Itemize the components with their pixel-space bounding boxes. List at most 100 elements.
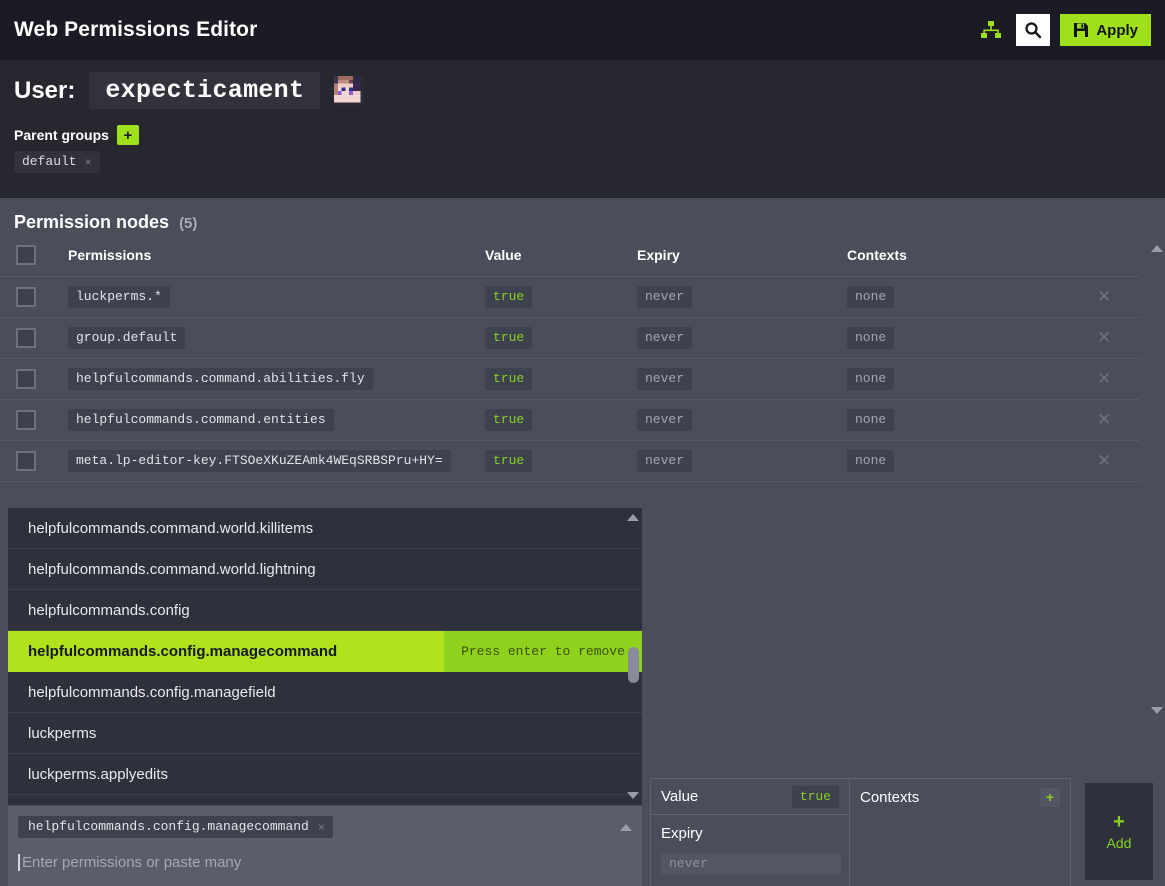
value-toggle[interactable]: true <box>791 785 839 808</box>
table-scrollbar[interactable] <box>1149 245 1165 732</box>
permission-value[interactable]: luckperms.* <box>68 286 170 308</box>
dropdown-item-hint: Press enter to remove <box>444 631 642 672</box>
table-row: helpfulcommands.command.abilities.fly tr… <box>0 358 1140 400</box>
permission-value[interactable]: helpfulcommands.command.entities <box>68 409 334 431</box>
sitemap-icon[interactable] <box>976 15 1006 45</box>
expiry-input[interactable] <box>661 853 841 875</box>
value-field[interactable]: true <box>485 368 533 390</box>
dropdown-scroll-down-icon[interactable] <box>627 792 639 799</box>
row-checkbox[interactable] <box>16 410 36 430</box>
expiry-field[interactable]: never <box>637 409 693 431</box>
dropdown-item-label: luckperms.applyedits <box>28 765 169 783</box>
value-field[interactable]: true <box>485 327 533 349</box>
permission-nodes-table: Permissions Value Expiry Contexts luckpe… <box>0 245 1140 482</box>
search-input[interactable] <box>18 854 578 871</box>
add-node-button[interactable]: + Add <box>1085 782 1153 880</box>
dropdown-item-label: luckperms <box>28 724 97 742</box>
list-item[interactable]: helpfulcommands.command.world.lightning <box>8 549 642 590</box>
permission-autocomplete-dropdown[interactable]: helpfulcommands.command.world.killitems … <box>8 508 642 805</box>
contexts-panel: Contexts + <box>850 778 1071 886</box>
permission-value[interactable]: meta.lp-editor-key.FTSOeXKuZEAmk4WEqSRBS… <box>68 450 451 472</box>
expiry-panel-header: Expiry <box>651 815 849 851</box>
expiry-label: Expiry <box>661 824 703 842</box>
list-item[interactable]: helpfulcommands.config <box>8 590 642 631</box>
close-icon[interactable]: × <box>85 155 92 169</box>
table-row-divider <box>0 481 1140 482</box>
delete-row-icon[interactable]: ✕ <box>1097 451 1111 470</box>
list-item[interactable]: helpfulcommands.command.world.killitems <box>8 508 642 549</box>
close-icon[interactable]: × <box>318 820 325 834</box>
select-all-cell <box>0 245 68 277</box>
table-header-row: Permissions Value Expiry Contexts <box>0 245 1140 277</box>
expiry-field[interactable]: never <box>637 368 693 390</box>
permission-chip[interactable]: helpfulcommands.config.managecommand × <box>18 816 333 838</box>
column-header-permissions: Permissions <box>68 247 152 263</box>
user-row: User: expecticament <box>14 72 1151 109</box>
expiry-field[interactable]: never <box>637 450 693 472</box>
select-all-checkbox[interactable] <box>16 245 36 265</box>
scroll-down-icon[interactable] <box>1151 707 1163 714</box>
column-header-value: Value <box>485 247 522 263</box>
dropdown-scroll-thumb[interactable] <box>628 647 639 683</box>
add-panel: + Add <box>1071 778 1165 886</box>
dropdown-item-label: helpfulcommands.config <box>28 601 190 619</box>
value-field[interactable]: true <box>485 286 533 308</box>
contexts-field[interactable]: none <box>847 327 895 349</box>
row-checkbox[interactable] <box>16 287 36 307</box>
parent-groups-row: Parent groups + <box>14 125 1151 145</box>
permission-input-area[interactable]: helpfulcommands.config.managecommand × <box>8 806 642 886</box>
parent-group-name: default <box>22 154 77 169</box>
row-checkbox[interactable] <box>16 369 36 389</box>
add-context-button[interactable]: + <box>1040 787 1060 807</box>
delete-row-icon[interactable]: ✕ <box>1097 328 1111 347</box>
dropdown-scroll-up-icon[interactable] <box>627 514 639 521</box>
permission-value[interactable]: helpfulcommands.command.abilities.fly <box>68 368 373 390</box>
value-field[interactable]: true <box>485 450 533 472</box>
node-count-badge: (5) <box>179 215 198 232</box>
table-row: helpfulcommands.command.entities true ne… <box>0 399 1140 441</box>
section-title: Permission nodes <box>14 212 170 232</box>
list-item[interactable]: luckperms <box>8 713 642 754</box>
apply-button[interactable]: Apply <box>1060 14 1151 46</box>
expiry-field[interactable]: never <box>637 327 693 349</box>
value-field[interactable]: true <box>485 409 533 431</box>
dropdown-item-label: helpfulcommands.command.world.lightning <box>28 560 316 578</box>
user-label: User: <box>14 76 76 104</box>
parent-group-chip-list: default × <box>14 151 1151 173</box>
add-parent-group-button[interactable]: + <box>116 125 139 145</box>
list-item[interactable]: luckperms.applyedits <box>8 754 642 795</box>
dropdown-scrollbar[interactable] <box>624 508 642 805</box>
row-checkbox[interactable] <box>16 328 36 348</box>
contexts-panel-header: Contexts + <box>850 779 1070 815</box>
contexts-field[interactable]: none <box>847 286 895 308</box>
column-header-expiry: Expiry <box>637 247 680 263</box>
parent-group-chip[interactable]: default × <box>14 151 100 173</box>
delete-row-icon[interactable]: ✕ <box>1097 287 1111 306</box>
contexts-field[interactable]: none <box>847 368 895 390</box>
app-header: Web Permissions Editor Apply <box>0 0 1165 60</box>
table-row: meta.lp-editor-key.FTSOeXKuZEAmk4WEqSRBS… <box>0 440 1140 482</box>
delete-row-icon[interactable]: ✕ <box>1097 410 1111 429</box>
value-panel: Value true Expiry <box>650 778 850 886</box>
permission-value[interactable]: group.default <box>68 327 186 349</box>
save-icon <box>1074 23 1089 37</box>
table-row: luckperms.* true never none ✕ <box>0 276 1140 318</box>
username-field[interactable]: expecticament <box>89 72 321 109</box>
chevron-up-icon[interactable] <box>620 823 632 831</box>
list-item-selected[interactable]: helpfulcommands.config.managecommand Pre… <box>8 631 642 672</box>
row-checkbox[interactable] <box>16 451 36 471</box>
value-label: Value <box>661 788 699 805</box>
expiry-field[interactable]: never <box>637 286 693 308</box>
input-chip-list: helpfulcommands.config.managecommand × <box>18 816 632 838</box>
delete-row-icon[interactable]: ✕ <box>1097 369 1111 388</box>
permission-nodes-section: Permission nodes (5) Permissions Value E… <box>0 198 1165 714</box>
list-item[interactable]: helpfulcommands.config.managefield <box>8 672 642 713</box>
scroll-up-icon[interactable] <box>1151 245 1163 252</box>
contexts-field[interactable]: none <box>847 409 895 431</box>
contexts-field[interactable]: none <box>847 450 895 472</box>
search-button[interactable] <box>1016 14 1051 46</box>
value-panel-header: Value true <box>651 779 849 815</box>
column-header-actions <box>1097 245 1140 277</box>
column-header-contexts: Contexts <box>847 247 907 263</box>
avatar <box>334 75 365 106</box>
